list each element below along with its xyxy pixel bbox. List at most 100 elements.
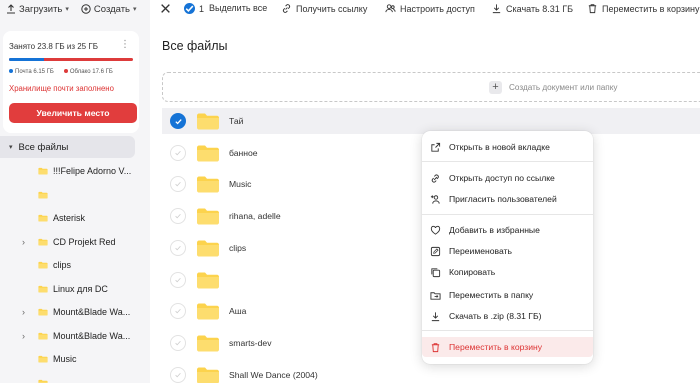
create-document-dropzone[interactable]: + Создать документ или папку bbox=[162, 72, 700, 102]
tree-root-all-files[interactable]: ▾ Все файлы bbox=[0, 136, 135, 158]
file-name: Тай bbox=[229, 116, 244, 126]
download-button[interactable]: Скачать 8.31 ГБ bbox=[491, 3, 573, 14]
sidebar-folder-item[interactable]: Asterisk bbox=[0, 207, 150, 229]
more-options-icon[interactable]: ⋮ bbox=[120, 40, 130, 50]
sidebar-folder-item[interactable]: !!!Felipe Adorno V... bbox=[0, 160, 150, 182]
move-to-trash-button[interactable]: Переместить в корзину bbox=[587, 3, 700, 14]
sidebar-folder-item[interactable] bbox=[0, 184, 150, 206]
close-selection-button[interactable] bbox=[160, 3, 171, 14]
get-link-button[interactable]: Получить ссылку bbox=[281, 3, 367, 14]
select-checkbox[interactable] bbox=[170, 144, 186, 161]
sidebar-folder-item[interactable]: › Mount&Blade Wa... bbox=[0, 301, 150, 323]
folder-icon bbox=[38, 332, 48, 340]
create-label: Создать bbox=[93, 3, 131, 15]
context-menu-item[interactable]: Скачать в .zip (8.31 ГБ) bbox=[422, 306, 593, 326]
sidebar-folder-label: Mount&Blade Wa... bbox=[53, 307, 131, 317]
trash-icon bbox=[588, 4, 597, 14]
context-menu-item[interactable]: Переименовать bbox=[422, 241, 593, 261]
sidebar: Загрузить ▾ Создать ▾ Занято 23.8 ГБ из … bbox=[0, 0, 150, 383]
select-all-button[interactable]: Выделить все bbox=[209, 3, 267, 13]
folder-icon bbox=[196, 175, 220, 193]
file-row[interactable]: Shall We Dance (2004) bbox=[162, 362, 700, 383]
context-menu-label: Скачать в .zip (8.31 ГБ) bbox=[449, 311, 542, 321]
storage-warning: Хранилище почти заполнено bbox=[9, 84, 114, 93]
upload-button[interactable]: Загрузить ▾ bbox=[6, 4, 69, 15]
access-settings-label: Настроить доступ bbox=[400, 3, 475, 14]
menu-divider bbox=[422, 330, 593, 331]
select-checkbox[interactable] bbox=[170, 303, 186, 320]
sidebar-folder-label: !!!Felipe Adorno V... bbox=[53, 166, 132, 176]
context-menu-label: Копировать bbox=[449, 267, 496, 277]
plus-icon: + bbox=[489, 80, 502, 94]
file-name: clips bbox=[229, 242, 247, 253]
sidebar-folder-item[interactable]: › Mount&Blade Wa... bbox=[0, 325, 150, 347]
move-folder-icon bbox=[430, 290, 441, 301]
select-checkbox[interactable] bbox=[170, 239, 186, 256]
sidebar-folder-item[interactable] bbox=[0, 372, 150, 383]
file-name: Music bbox=[229, 179, 252, 190]
sidebar-top-actions: Загрузить ▾ Создать ▾ bbox=[0, 0, 150, 18]
upload-icon bbox=[7, 4, 15, 14]
context-menu-item[interactable]: Пригласить пользователей bbox=[422, 189, 593, 209]
folder-icon bbox=[196, 239, 220, 257]
folder-icon bbox=[38, 285, 48, 293]
folder-icon bbox=[38, 261, 48, 269]
sidebar-folder-item[interactable]: › CD Projekt Red bbox=[0, 231, 150, 253]
folder-icon bbox=[38, 191, 48, 199]
folder-icon bbox=[38, 238, 48, 246]
legend-mail: Почта 6.15 ГБ bbox=[9, 69, 54, 75]
access-settings-button[interactable]: Настроить доступ bbox=[385, 3, 475, 14]
context-menu-item[interactable]: Добавить в избранные bbox=[422, 220, 593, 240]
create-button[interactable]: Создать ▾ bbox=[81, 4, 137, 15]
sidebar-folder-item[interactable]: Music bbox=[0, 348, 150, 370]
context-menu-item[interactable]: Копировать bbox=[422, 262, 593, 282]
context-menu-label: Добавить в избранные bbox=[449, 225, 540, 235]
chevron-down-icon: ▾ bbox=[65, 6, 69, 13]
folder-icon bbox=[38, 379, 48, 383]
context-menu-item[interactable]: Переместить в корзину bbox=[422, 337, 593, 357]
context-menu: Открыть в новой вкладке Открыть доступ по… bbox=[422, 131, 593, 364]
file-name: Shall We Dance (2004) bbox=[229, 369, 318, 380]
link-icon bbox=[430, 173, 441, 184]
sidebar-folder-item[interactable]: clips bbox=[0, 254, 150, 276]
legend-cloud-label: Облако 17.6 ГБ bbox=[69, 69, 113, 75]
menu-divider bbox=[422, 161, 593, 162]
select-checkbox[interactable] bbox=[170, 176, 186, 193]
context-menu-item[interactable]: Переместить в папку bbox=[422, 285, 593, 305]
context-menu-label: Переместить в папку bbox=[449, 290, 534, 300]
chevron-down-icon: ▾ bbox=[133, 6, 137, 13]
select-checkbox[interactable] bbox=[170, 208, 186, 225]
create-document-label: Создать документ или папку bbox=[509, 82, 618, 92]
context-menu-item[interactable]: Открыть доступ по ссылке bbox=[422, 168, 593, 188]
context-menu-item[interactable]: Открыть в новой вкладке bbox=[422, 137, 593, 157]
folder-icon bbox=[196, 334, 220, 352]
download-icon bbox=[430, 311, 441, 322]
upload-label: Загрузить bbox=[19, 3, 63, 15]
legend-cloud: Облако 17.6 ГБ bbox=[63, 69, 113, 75]
folder-icon bbox=[38, 167, 48, 175]
select-checkbox[interactable] bbox=[170, 334, 186, 351]
chevron-right-icon[interactable]: › bbox=[22, 307, 25, 317]
select-checkbox[interactable] bbox=[170, 271, 186, 288]
tree-root-label: Все файлы bbox=[18, 141, 69, 153]
upgrade-storage-button[interactable]: Увеличить место bbox=[9, 103, 137, 123]
sidebar-folder-label: Mount&Blade Wa... bbox=[53, 330, 131, 341]
storage-bar bbox=[9, 58, 133, 61]
chevron-right-icon[interactable]: › bbox=[22, 237, 25, 247]
context-menu-label: Открыть в новой вкладке bbox=[449, 142, 550, 152]
select-checkbox[interactable] bbox=[170, 366, 186, 383]
file-name: Аша bbox=[229, 306, 247, 317]
get-link-label: Получить ссылку bbox=[296, 3, 368, 14]
chevron-right-icon[interactable]: › bbox=[22, 331, 25, 341]
select-checkbox[interactable] bbox=[170, 113, 186, 129]
menu-divider bbox=[422, 214, 593, 215]
storage-used-text: Занято 23.8 ГБ из 25 ГБ bbox=[9, 42, 98, 51]
sidebar-folder-label: Asterisk bbox=[53, 213, 86, 223]
folder-icon bbox=[38, 214, 48, 222]
download-icon bbox=[492, 4, 501, 14]
sidebar-folder-label: CD Projekt Red bbox=[53, 236, 116, 247]
select-all-label: Выделить все bbox=[209, 3, 268, 13]
selected-count-value: 1 bbox=[199, 3, 205, 14]
folder-icon bbox=[38, 308, 48, 316]
sidebar-folder-item[interactable]: Linux для DC bbox=[0, 278, 150, 300]
